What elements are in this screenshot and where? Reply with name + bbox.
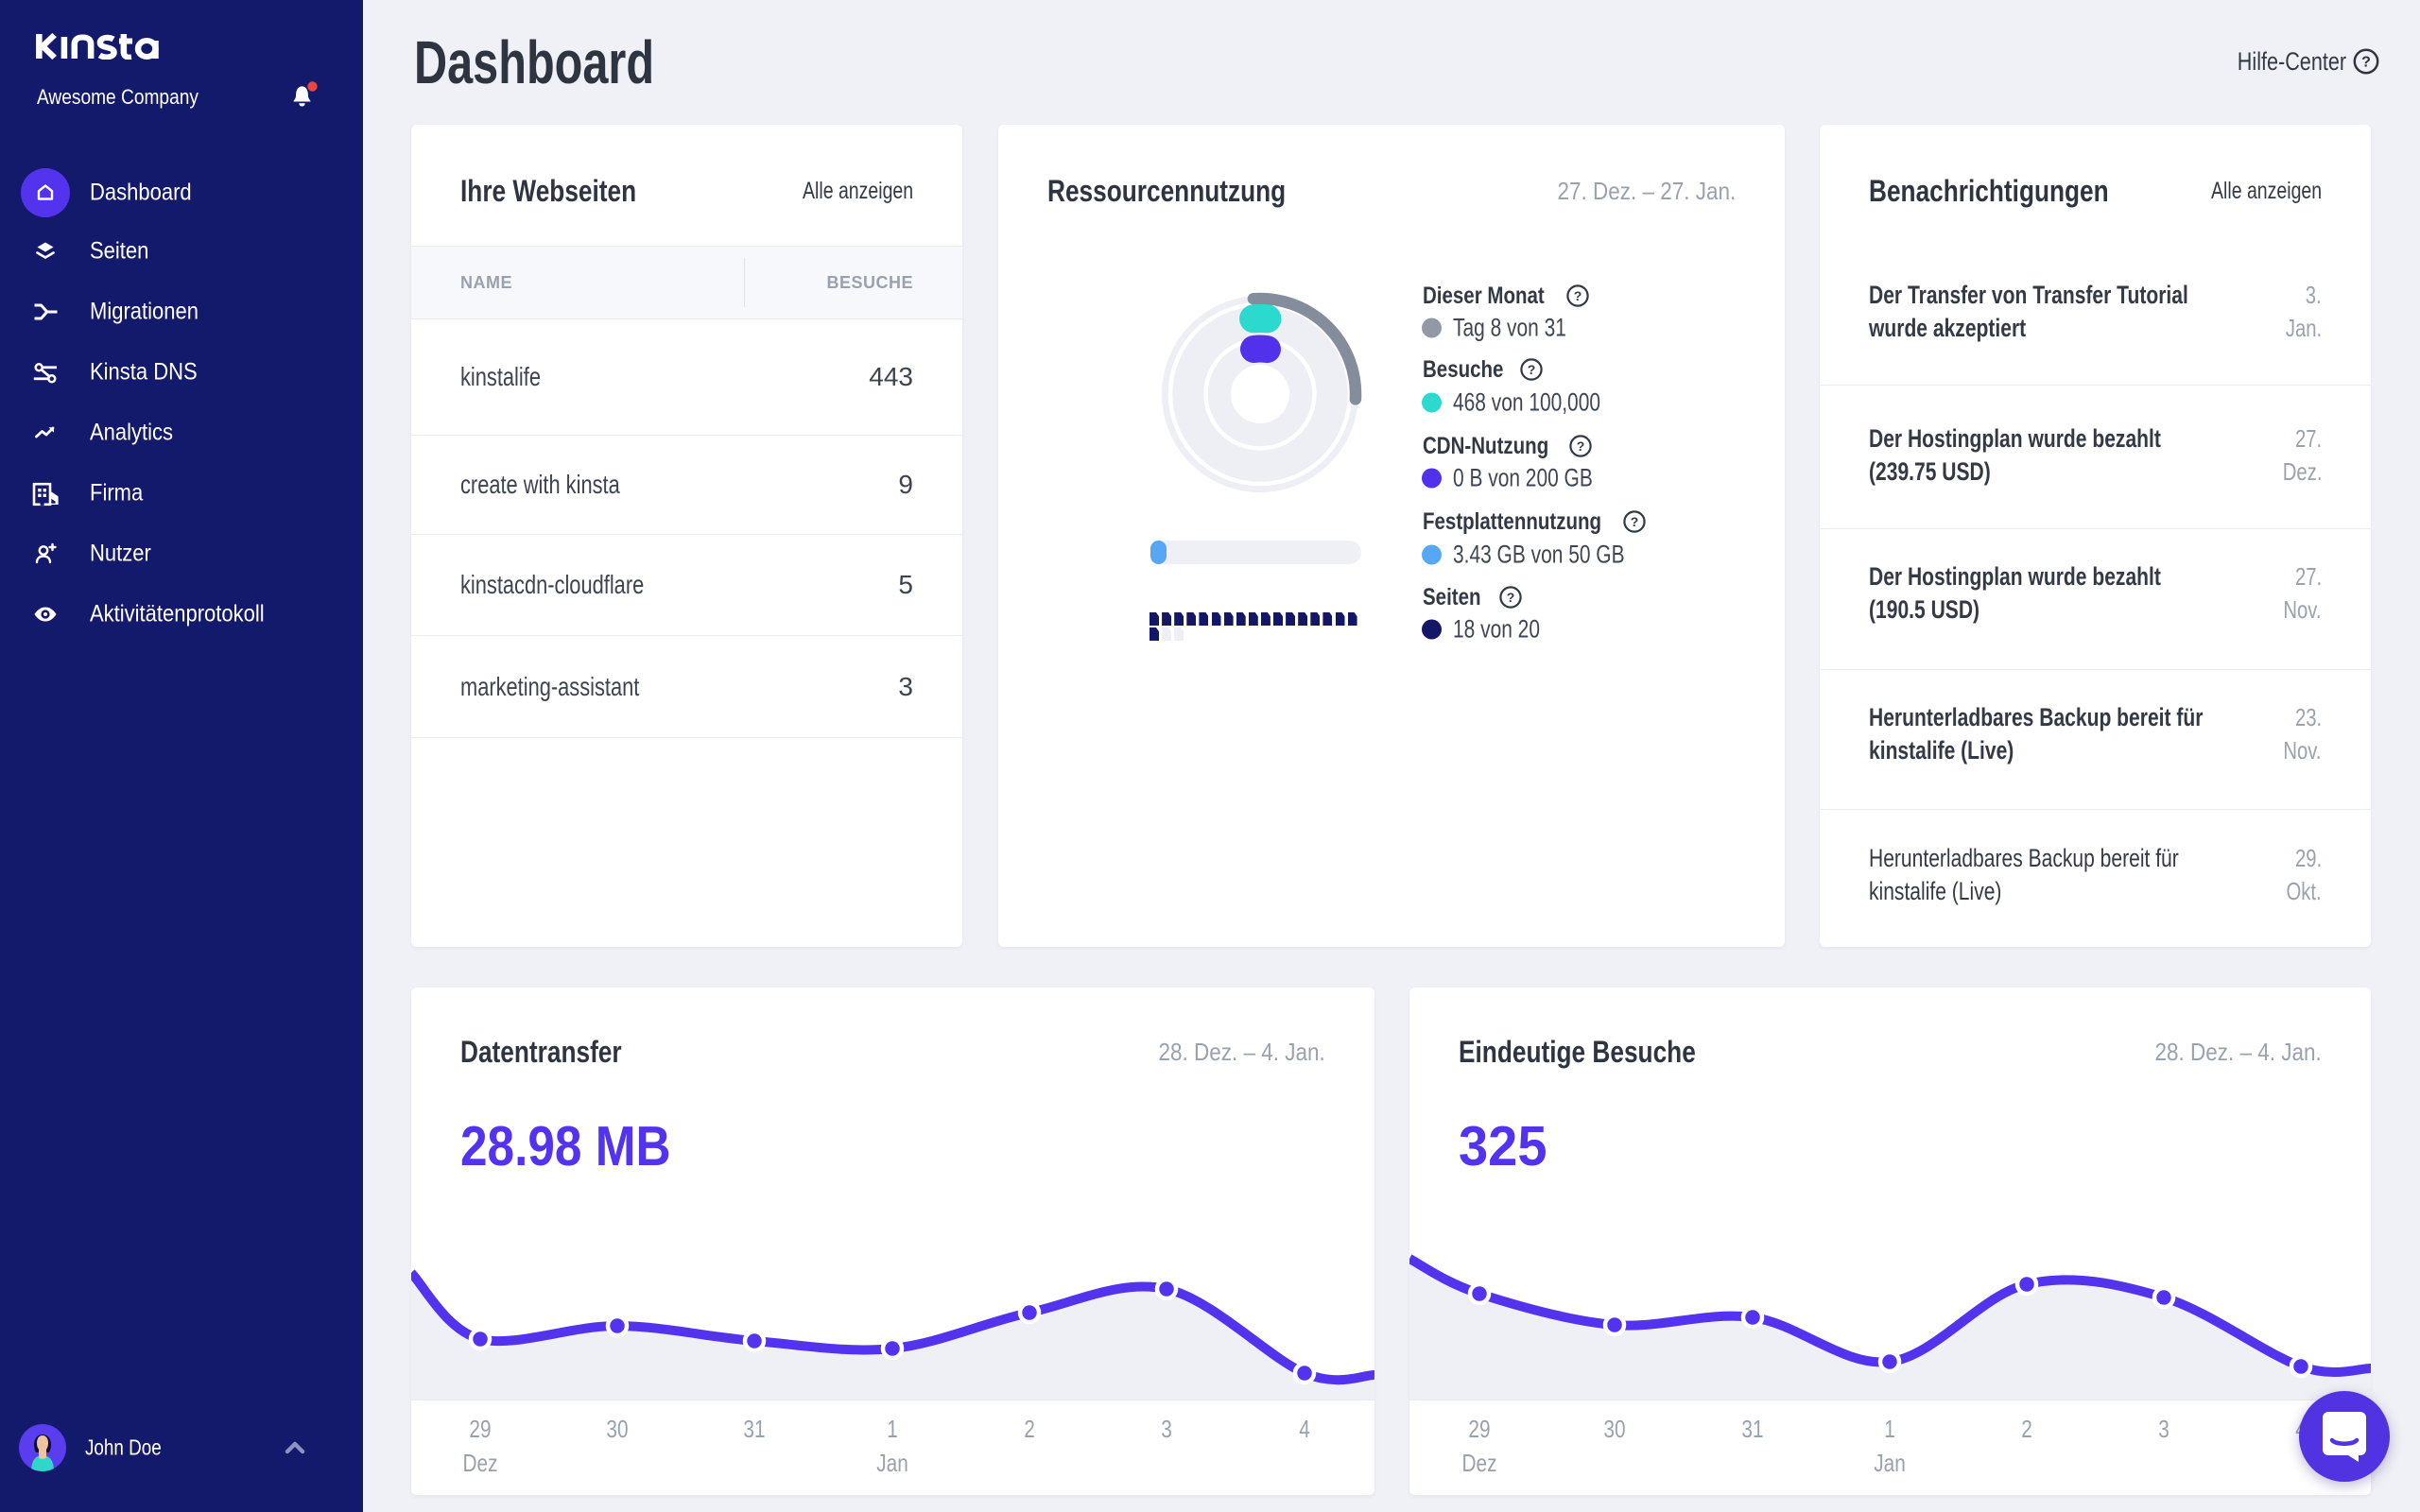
svg-text:?: ?	[1528, 362, 1536, 377]
svg-text:?: ?	[1574, 288, 1582, 303]
svg-text:?: ?	[2361, 55, 2371, 71]
svg-text:?: ?	[1507, 590, 1515, 605]
svg-text:?: ?	[1631, 514, 1639, 529]
svg-text:?: ?	[1577, 438, 1585, 454]
